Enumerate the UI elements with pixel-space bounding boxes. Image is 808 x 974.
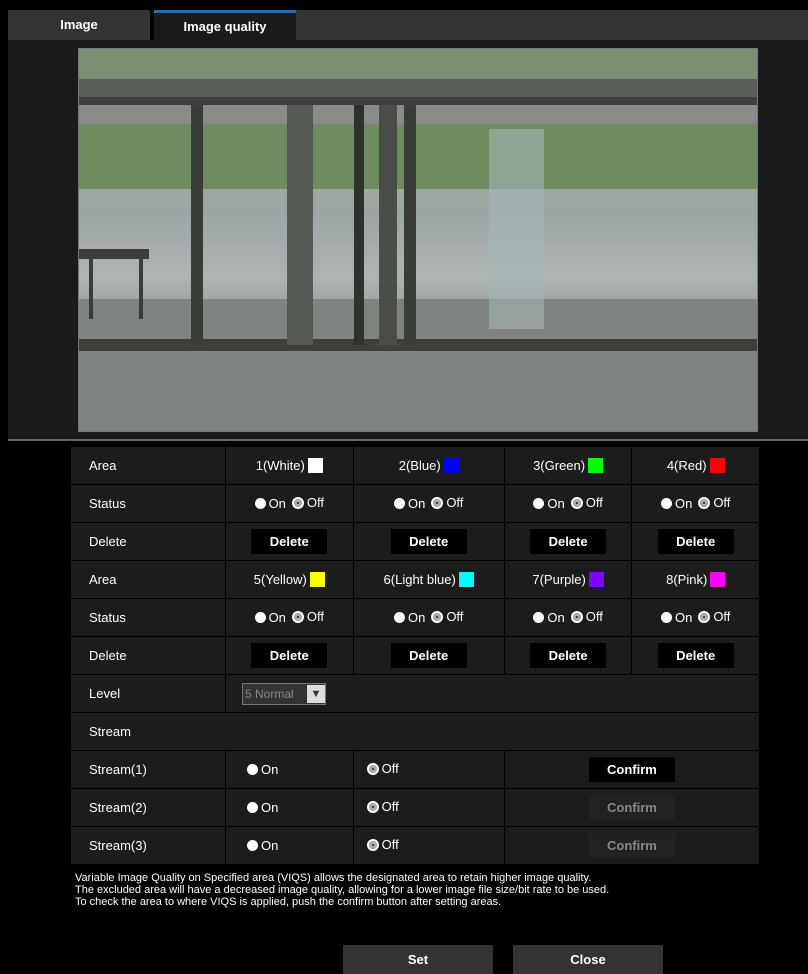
close-button[interactable]: Close <box>513 945 663 974</box>
delete-label: Delete <box>70 636 226 675</box>
area-5-swatch <box>309 572 325 587</box>
area-3-label: 3(Green) <box>533 458 586 473</box>
stream-2-on-radio[interactable]: On <box>247 800 278 815</box>
area-2-delete-button[interactable]: Delete <box>390 529 467 554</box>
area-8-swatch <box>710 572 726 587</box>
status-label: Status <box>70 484 226 523</box>
area-5-off-radio[interactable]: Off <box>291 609 324 624</box>
viqs-description: Variable Image Quality on Specified area… <box>75 872 775 908</box>
tab-image[interactable]: Image <box>8 10 150 40</box>
area-7-on-radio[interactable]: On <box>533 610 565 625</box>
area-row-2: Area 5(Yellow) 6(Light blue) 7(Purple) 8… <box>70 560 760 599</box>
level-label: Level <box>70 674 226 713</box>
stream-header-row: Stream <box>70 712 760 751</box>
area-6-label: 6(Light blue) <box>383 572 456 587</box>
area-5-label: 5(Yellow) <box>253 572 307 587</box>
stream-1-label: Stream(1) <box>70 750 226 789</box>
area-2-on-radio[interactable]: On <box>393 496 425 511</box>
stream-2-label: Stream(2) <box>70 788 226 827</box>
stream-1-off-radio[interactable]: Off <box>366 761 399 776</box>
delete-row-2: Delete Delete Delete Delete Delete <box>70 636 760 675</box>
note-line-2: The excluded area will have a decreased … <box>75 884 610 896</box>
area-label: Area <box>70 446 226 485</box>
note-line-3: To check the area to where VIQS is appli… <box>75 896 502 908</box>
area-3-swatch <box>588 458 604 473</box>
area-6-off-radio[interactable]: Off <box>431 609 463 624</box>
area-1-label: 1(White) <box>255 458 305 473</box>
area-6-delete-button[interactable]: Delete <box>390 643 467 668</box>
camera-preview-image[interactable] <box>78 48 758 432</box>
level-select[interactable]: 5 Normal ▼ <box>242 682 326 705</box>
area-1-swatch <box>307 458 323 473</box>
area-6-swatch <box>458 572 474 587</box>
area-7-label: 7(Purple) <box>532 572 586 587</box>
stream-3-label: Stream(3) <box>70 826 226 865</box>
note-line-1: Variable Image Quality on Specified area… <box>75 872 592 884</box>
area-8-off-radio[interactable]: Off <box>698 609 730 624</box>
area-5-delete-button[interactable]: Delete <box>251 643 328 668</box>
area-7-swatch <box>588 572 604 587</box>
area-8-on-radio[interactable]: On <box>660 610 692 625</box>
area-8-delete-button[interactable]: Delete <box>657 643 734 668</box>
area-3-off-radio[interactable]: Off <box>570 495 603 510</box>
chevron-down-icon: ▼ <box>307 684 325 703</box>
area-1-delete-button[interactable]: Delete <box>251 529 328 554</box>
stream-2-row: Stream(2) On Off Confirm <box>70 788 761 827</box>
area-2-label: 2(Blue) <box>398 458 441 473</box>
area-7-delete-button[interactable]: Delete <box>530 643 607 668</box>
stream-1-confirm-button[interactable]: Confirm <box>588 757 675 782</box>
area-1-on-radio[interactable]: On <box>254 496 286 511</box>
viqs-settings-table: Area 1(White) 2(Blue) 3(Green) 4(Red) St… <box>70 446 761 865</box>
area-7-off-radio[interactable]: Off <box>570 609 603 624</box>
divider <box>8 439 808 441</box>
set-button[interactable]: Set <box>343 945 493 974</box>
area-5-on-radio[interactable]: On <box>254 610 286 625</box>
stream-2-confirm-button[interactable]: Confirm <box>588 795 675 820</box>
stream-3-confirm-button[interactable]: Confirm <box>588 833 675 858</box>
stream-3-row: Stream(3) On Off Confirm <box>70 826 761 865</box>
status-row-1: Status On Off On Off On Off On Off <box>70 484 760 523</box>
area-1-off-radio[interactable]: Off <box>291 495 324 510</box>
stream-label: Stream <box>70 712 760 751</box>
tab-image-quality[interactable]: Image quality <box>154 10 296 40</box>
stream-1-row: Stream(1) On Off Confirm <box>70 750 761 789</box>
delete-row-1: Delete Delete Delete Delete Delete <box>70 522 760 561</box>
area-3-on-radio[interactable]: On <box>533 496 565 511</box>
area-2-off-radio[interactable]: Off <box>431 495 463 510</box>
area-4-delete-button[interactable]: Delete <box>657 529 734 554</box>
status-label: Status <box>70 598 226 637</box>
area-3-delete-button[interactable]: Delete <box>530 529 607 554</box>
stream-3-on-radio[interactable]: On <box>247 838 278 853</box>
area-4-off-radio[interactable]: Off <box>698 495 730 510</box>
area-4-on-radio[interactable]: On <box>660 496 692 511</box>
area-label: Area <box>70 560 226 599</box>
camera-scene <box>79 49 757 431</box>
status-row-2: Status On Off On Off On Off On Off <box>70 598 760 637</box>
area-4-label: 4(Red) <box>666 458 707 473</box>
area-4-swatch <box>709 458 725 473</box>
delete-label: Delete <box>70 522 226 561</box>
stream-2-off-radio[interactable]: Off <box>366 799 399 814</box>
level-row: Level 5 Normal ▼ <box>70 674 760 713</box>
area-2-swatch <box>443 458 459 473</box>
stream-1-on-radio[interactable]: On <box>247 762 278 777</box>
area-row-1: Area 1(White) 2(Blue) 3(Green) 4(Red) <box>70 446 760 485</box>
stream-3-off-radio[interactable]: Off <box>366 837 399 852</box>
area-8-label: 8(Pink) <box>666 572 708 587</box>
area-6-on-radio[interactable]: On <box>393 610 425 625</box>
